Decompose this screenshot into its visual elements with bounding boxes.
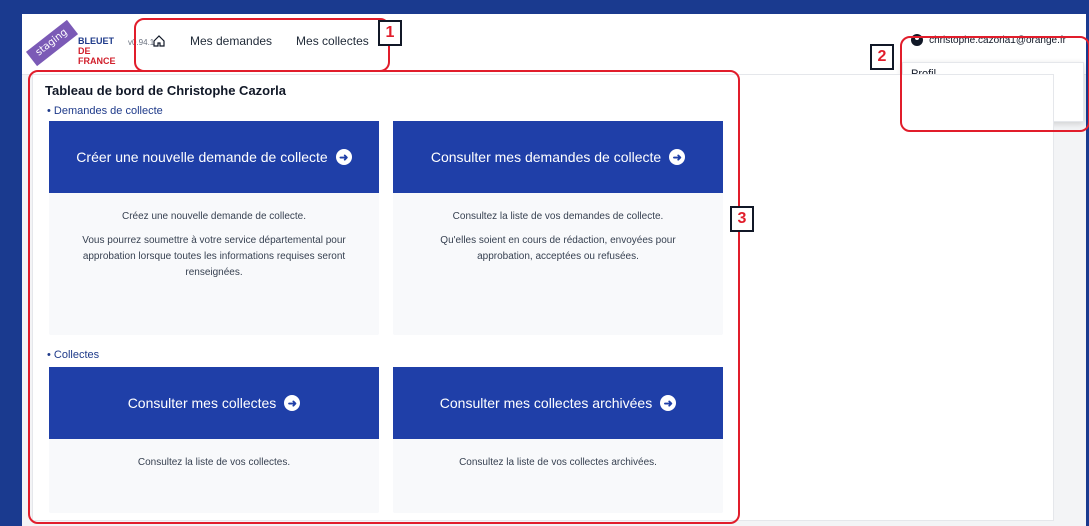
brand-name: BLEUET DE FRANCE xyxy=(78,36,116,66)
staging-ribbon: staging xyxy=(25,19,79,67)
annotation-box-1 xyxy=(134,18,390,72)
annotation-box-2 xyxy=(900,36,1089,132)
annotation-box-3 xyxy=(28,70,740,524)
logo[interactable]: staging BLEUET DE FRANCE v0.94.1 xyxy=(25,19,154,68)
annotation-label-1: 1 xyxy=(378,20,402,46)
annotation-label-2: 2 xyxy=(870,44,894,70)
annotation-label-3: 3 xyxy=(730,206,754,232)
